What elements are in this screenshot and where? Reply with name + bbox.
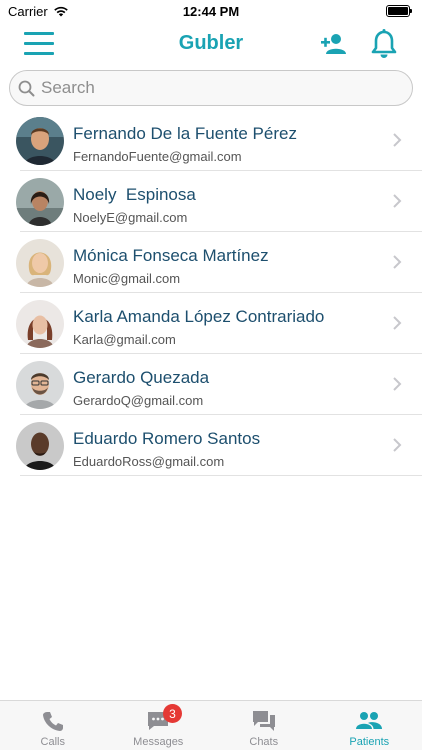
search-icon xyxy=(18,80,35,96)
patient-row[interactable]: Eduardo Romero Santos EduardoRoss@gmail.… xyxy=(0,415,422,476)
wifi-icon xyxy=(53,6,68,17)
patient-list: Fernando De la Fuente Pérez FernandoFuen… xyxy=(0,110,422,476)
patient-row[interactable]: Mónica Fonseca Martínez Monic@gmail.com xyxy=(0,232,422,293)
patient-name: Mónica Fonseca Martínez xyxy=(73,246,269,265)
carrier-info: Carrier xyxy=(8,4,69,19)
chevron-right-icon xyxy=(393,438,402,452)
unread-count: 3 xyxy=(163,704,182,723)
search-bar[interactable] xyxy=(9,70,413,106)
phone-icon xyxy=(42,712,63,731)
tab-label: Patients xyxy=(349,736,390,748)
patient-email: NoelyE@gmail.com xyxy=(73,210,188,225)
patients-icon xyxy=(356,712,383,729)
avatar xyxy=(16,117,64,165)
tab-patients[interactable]: Patients xyxy=(317,701,422,750)
patient-row[interactable]: Karla Amanda López Contrariado Karla@gma… xyxy=(0,293,422,354)
bell-icon xyxy=(371,29,397,58)
tab-label: Messages xyxy=(133,736,184,748)
avatar xyxy=(16,422,64,470)
chevron-right-icon xyxy=(393,133,402,147)
carrier-label: Carrier xyxy=(8,3,48,19)
avatar xyxy=(16,178,64,226)
chevron-right-icon xyxy=(393,316,402,330)
tab-messages[interactable]: Messages xyxy=(106,701,212,750)
patient-name: Fernando De la Fuente Pérez xyxy=(73,124,297,143)
patient-email: EduardoRoss@gmail.com xyxy=(73,454,225,469)
patient-name: Noely Espinosa xyxy=(73,185,196,204)
battery-icon xyxy=(386,5,412,17)
avatar xyxy=(16,239,64,287)
patient-email: FernandoFuente@gmail.com xyxy=(73,149,242,164)
chevron-right-icon xyxy=(393,377,402,391)
header: Gubler xyxy=(0,22,422,66)
status-bar: Carrier 12:44 PM xyxy=(0,0,422,22)
patient-name: Karla Amanda López Contrariado xyxy=(73,307,325,326)
add-patient-button[interactable] xyxy=(320,32,346,56)
tab-label: Calls xyxy=(40,736,65,748)
search-input[interactable] xyxy=(41,78,381,98)
add-user-icon xyxy=(321,34,346,54)
tab-label: Chats xyxy=(249,736,279,748)
patient-row[interactable]: Noely Espinosa NoelyE@gmail.com xyxy=(0,171,422,232)
patient-row[interactable]: Fernando De la Fuente Pérez FernandoFuen… xyxy=(0,110,422,171)
patient-name: Eduardo Romero Santos xyxy=(73,429,261,448)
tab-bar: Calls Messages Chats Patients 3 xyxy=(0,700,422,750)
tab-chats[interactable]: Chats xyxy=(211,701,317,750)
messages-badge: 3 xyxy=(163,704,182,723)
patient-email: Karla@gmail.com xyxy=(73,332,176,347)
app-title: Gubler xyxy=(178,32,244,54)
notifications-button[interactable] xyxy=(370,28,398,60)
tab-calls[interactable]: Calls xyxy=(0,701,106,750)
patient-row[interactable]: Gerardo Quezada GerardoQ@gmail.com xyxy=(0,354,422,415)
chevron-right-icon xyxy=(393,255,402,269)
patient-email: Monic@gmail.com xyxy=(73,271,181,286)
avatar xyxy=(16,361,64,409)
patient-email: GerardoQ@gmail.com xyxy=(73,393,204,408)
chevron-right-icon xyxy=(393,194,402,208)
patient-name: Gerardo Quezada xyxy=(73,368,210,387)
avatar xyxy=(16,300,64,348)
chats-icon xyxy=(252,711,275,731)
